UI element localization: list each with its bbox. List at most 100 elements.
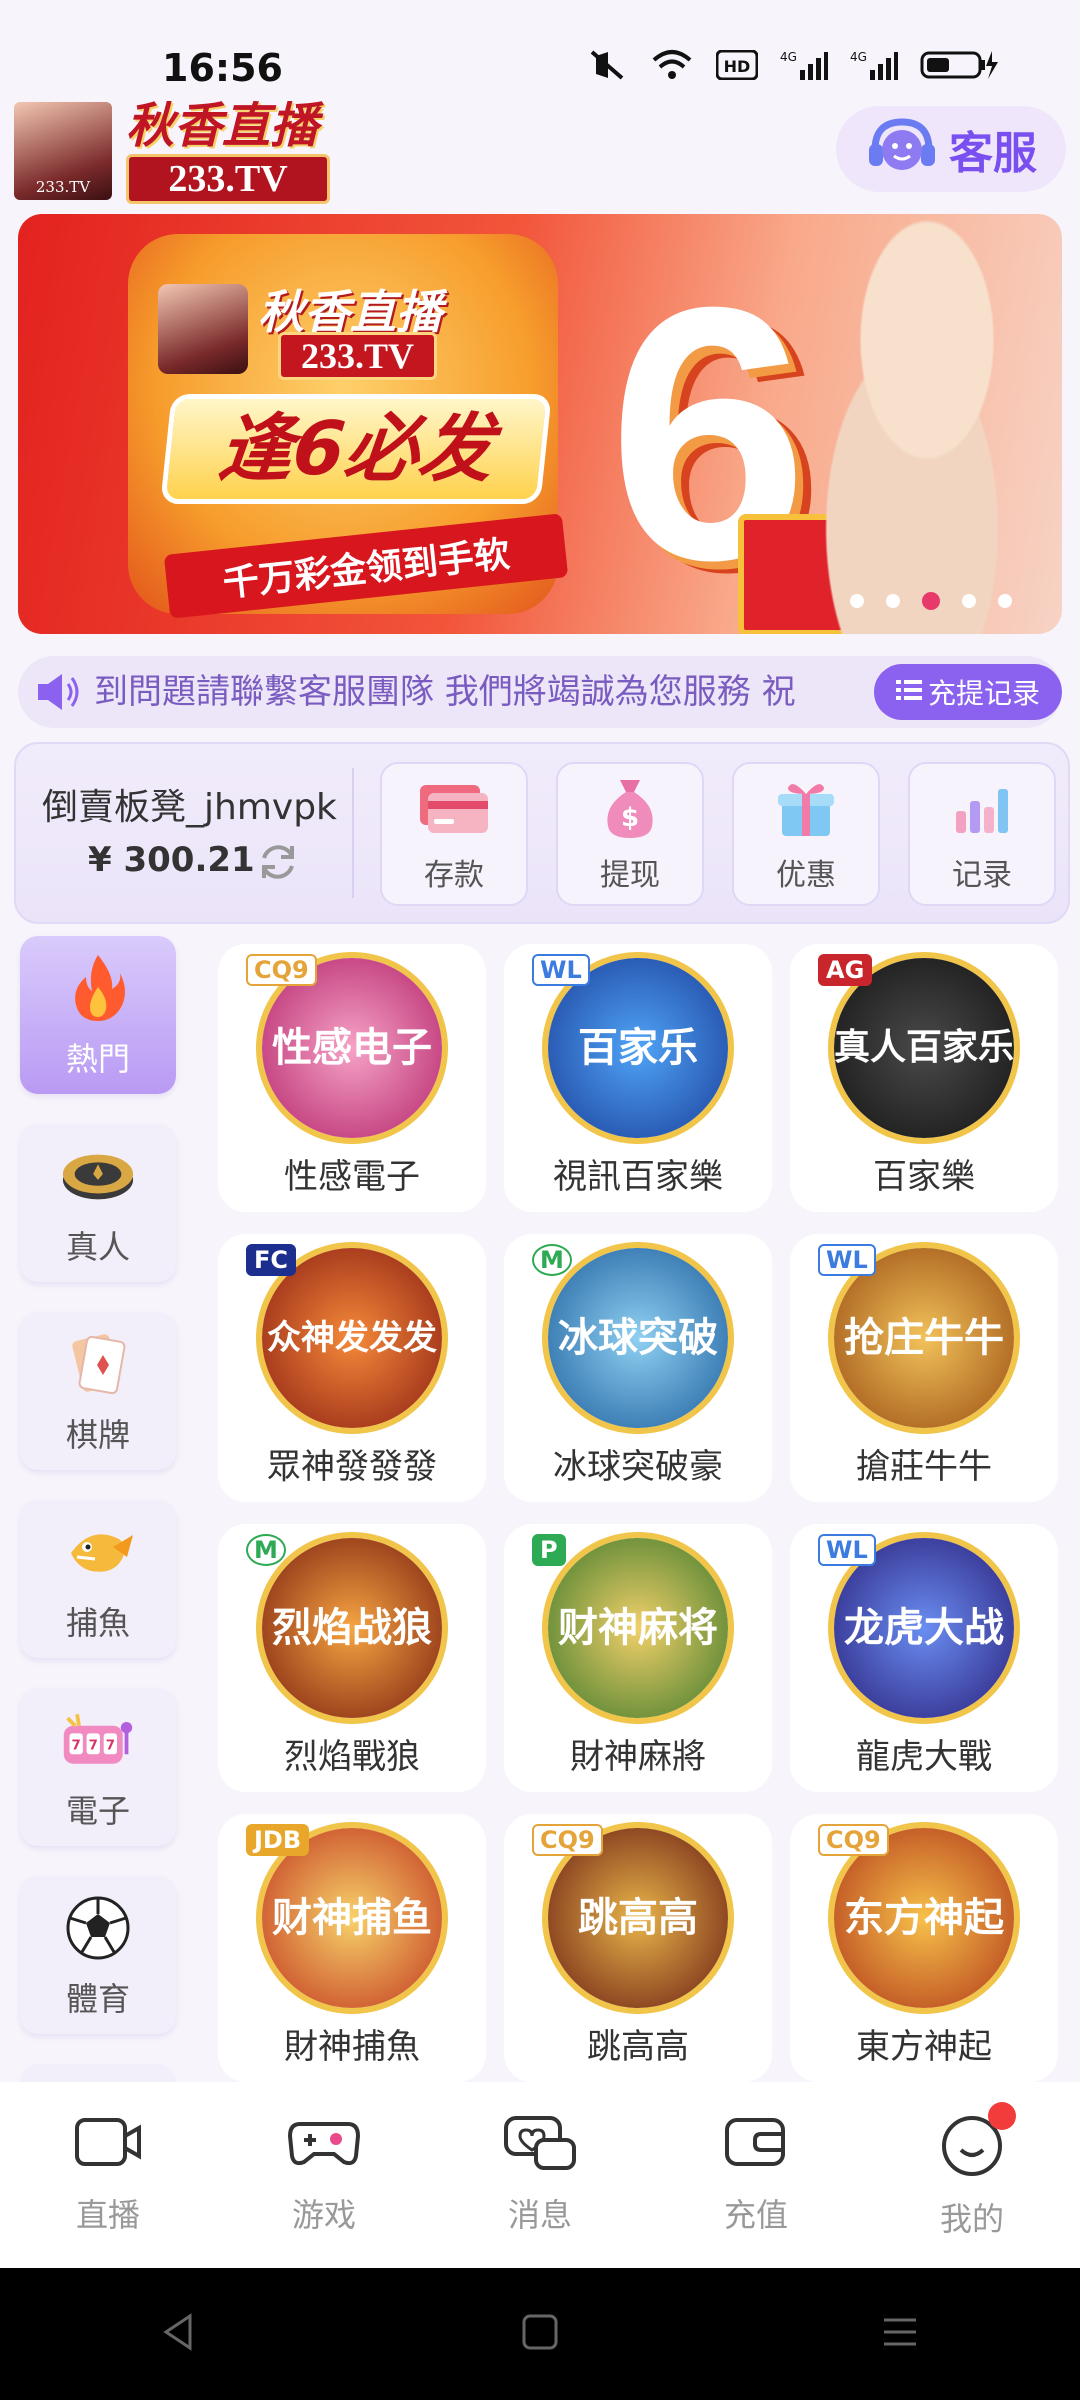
category-hot[interactable]: 熱門 xyxy=(20,936,176,1094)
nav-games[interactable]: 游戏 xyxy=(216,2082,432,2268)
soccer-ball-icon xyxy=(60,1890,136,1966)
flame-icon xyxy=(60,950,136,1026)
game-tile[interactable]: 性感电子 CQ9 性感電子 xyxy=(218,944,486,1212)
provider-badge: M xyxy=(246,1534,286,1566)
gamepad-icon xyxy=(286,2112,362,2176)
game-tile[interactable]: 烈焰战狼 M 烈焰戰狼 xyxy=(218,1524,486,1792)
banner-dot[interactable] xyxy=(850,594,864,608)
wallet-actions: 存款 $ 提现 优惠 记录 xyxy=(380,762,1056,906)
provider-badge: CQ9 xyxy=(246,954,317,986)
game-grid: 性感电子 CQ9 性感電子 百家乐 WL 視訊百家樂 真人百家乐 AG 百家樂 … xyxy=(218,944,1058,2082)
provider-badge: CQ9 xyxy=(818,1824,889,1856)
svg-text:HD: HD xyxy=(724,57,751,76)
banner-pagination xyxy=(850,592,1012,610)
category-fishing[interactable]: 捕魚 xyxy=(20,1500,176,1658)
fish-icon xyxy=(60,1514,136,1590)
deposit-button[interactable]: 存款 xyxy=(380,762,528,906)
nav-live[interactable]: 直播 xyxy=(0,2082,216,2268)
category-live[interactable]: 真人 xyxy=(20,1124,176,1282)
game-name: 財神麻將 xyxy=(570,1737,706,1777)
game-tile[interactable]: 财神麻将 P 財神麻將 xyxy=(504,1524,772,1792)
game-tile[interactable]: 跳高高 CQ9 跳高高 xyxy=(504,1814,772,2082)
provider-badge: AG xyxy=(818,954,873,986)
game-tile[interactable]: 东方神起 CQ9 東方神起 xyxy=(790,1814,1058,2082)
list-icon xyxy=(895,676,922,709)
game-tile[interactable]: 百家乐 WL 視訊百家樂 xyxy=(504,944,772,1212)
wallet-card: 倒賣板凳_jhmvpk ¥ 300.21 存款 $ 提现 优惠 记录 xyxy=(14,742,1070,924)
bottom-nav: 直播 游戏 消息 充值 我的 xyxy=(0,2082,1080,2268)
provider-badge: WL xyxy=(532,954,590,986)
category-chess-cards[interactable]: 棋牌 xyxy=(20,1312,176,1470)
category-slots[interactable]: 777 電子 xyxy=(20,1688,176,1846)
slot-icon: 777 xyxy=(60,1702,136,1778)
game-tile[interactable]: 冰球突破 M 冰球突破豪 xyxy=(504,1234,772,1502)
speaker-icon xyxy=(34,670,84,718)
promotion-button[interactable]: 优惠 xyxy=(732,762,880,906)
bar-chart-icon xyxy=(950,774,1014,844)
back-icon[interactable] xyxy=(160,2312,200,2356)
banner-brand-tv: 233.TV xyxy=(278,332,438,380)
nav-label: 充值 xyxy=(723,2196,788,2234)
game-tile[interactable]: 抢庄牛牛 WL 搶莊牛牛 xyxy=(790,1234,1058,1502)
deposit-withdraw-record-button[interactable]: 充提记录 xyxy=(874,664,1062,720)
banner-headline: 逢6必发 xyxy=(160,394,552,504)
provider-badge: FC xyxy=(246,1244,297,1276)
battery-icon xyxy=(920,48,1000,82)
category-label: 熱門 xyxy=(65,1040,130,1078)
deposit-label: 存款 xyxy=(424,858,484,893)
promotion-label: 优惠 xyxy=(776,858,836,893)
username: 倒賣板凳_jhmvpk xyxy=(42,787,337,828)
banner-model-image xyxy=(762,214,1062,634)
game-name: 龍虎大戰 xyxy=(856,1737,992,1777)
status-time: 16:56 xyxy=(162,46,283,90)
svg-text:4G: 4G xyxy=(850,50,867,64)
game-name: 性感電子 xyxy=(284,1157,420,1197)
signal-icon-1: 4G xyxy=(780,48,828,82)
promo-banner[interactable]: 秋香直播 233.TV 逢6必发 千万彩金领到手软 6 xyxy=(18,214,1062,634)
app-logo: 秋香直播 233.TV xyxy=(126,98,330,204)
status-icons: HD 4G 4G xyxy=(588,48,1000,82)
wifi-icon xyxy=(650,48,694,82)
game-art: 冰球突破 xyxy=(548,1248,728,1428)
balance-amount: ¥ 300.21 xyxy=(88,840,255,880)
wallet-divider xyxy=(352,768,354,898)
category-sports[interactable]: 體育 xyxy=(20,1876,176,2034)
game-name: 搶莊牛牛 xyxy=(856,1447,992,1487)
logo-title: 秋香直播 xyxy=(126,98,319,154)
gift-icon xyxy=(774,774,838,844)
records-button[interactable]: 记录 xyxy=(908,762,1056,906)
logo-avatar: 233.TV xyxy=(14,102,112,200)
svg-text:7: 7 xyxy=(89,1739,98,1754)
game-art: 烈焰战狼 xyxy=(262,1538,442,1718)
banner-dot[interactable] xyxy=(962,594,976,608)
game-tile[interactable]: 真人百家乐 AG 百家樂 xyxy=(790,944,1058,1212)
game-art: 财神麻将 xyxy=(548,1538,728,1718)
banner-dot[interactable] xyxy=(998,594,1012,608)
game-tile[interactable]: 财神捕鱼 JDB 財神捕魚 xyxy=(218,1814,486,2082)
nav-label: 直播 xyxy=(75,2196,140,2234)
headset-icon xyxy=(865,116,939,182)
customer-service-button[interactable]: 客服 xyxy=(836,106,1066,192)
refresh-icon[interactable] xyxy=(256,840,300,888)
withdraw-button[interactable]: $ 提现 xyxy=(556,762,704,906)
game-tile[interactable]: 众神发发发 FC 眾神發發發 xyxy=(218,1234,486,1502)
category-label: 體育 xyxy=(65,1980,130,2018)
nav-messages[interactable]: 消息 xyxy=(432,2082,648,2268)
camera-icon xyxy=(73,2112,143,2176)
category-sidebar: 熱門 真人 棋牌 捕魚 777 電子 體育 xyxy=(20,936,180,2094)
status-bar: 16:56 HD 4G 4G xyxy=(0,0,1080,96)
nav-profile[interactable]: 我的 xyxy=(864,2082,1080,2268)
nav-label: 我的 xyxy=(939,2200,1004,2238)
banner-dot[interactable] xyxy=(886,594,900,608)
banner-logo-icon xyxy=(158,284,248,374)
banner-dot-active[interactable] xyxy=(922,592,940,610)
card-icon xyxy=(416,774,492,844)
svg-text:7: 7 xyxy=(106,1739,115,1754)
home-icon[interactable] xyxy=(520,2312,560,2356)
record-button-label: 充提记录 xyxy=(927,677,1040,710)
hd-icon: HD xyxy=(716,48,758,82)
game-tile[interactable]: 龙虎大战 WL 龍虎大戰 xyxy=(790,1524,1058,1792)
recents-icon[interactable] xyxy=(880,2312,920,2356)
logo-avatar-label: 233.TV xyxy=(35,178,91,196)
nav-recharge[interactable]: 充值 xyxy=(648,2082,864,2268)
